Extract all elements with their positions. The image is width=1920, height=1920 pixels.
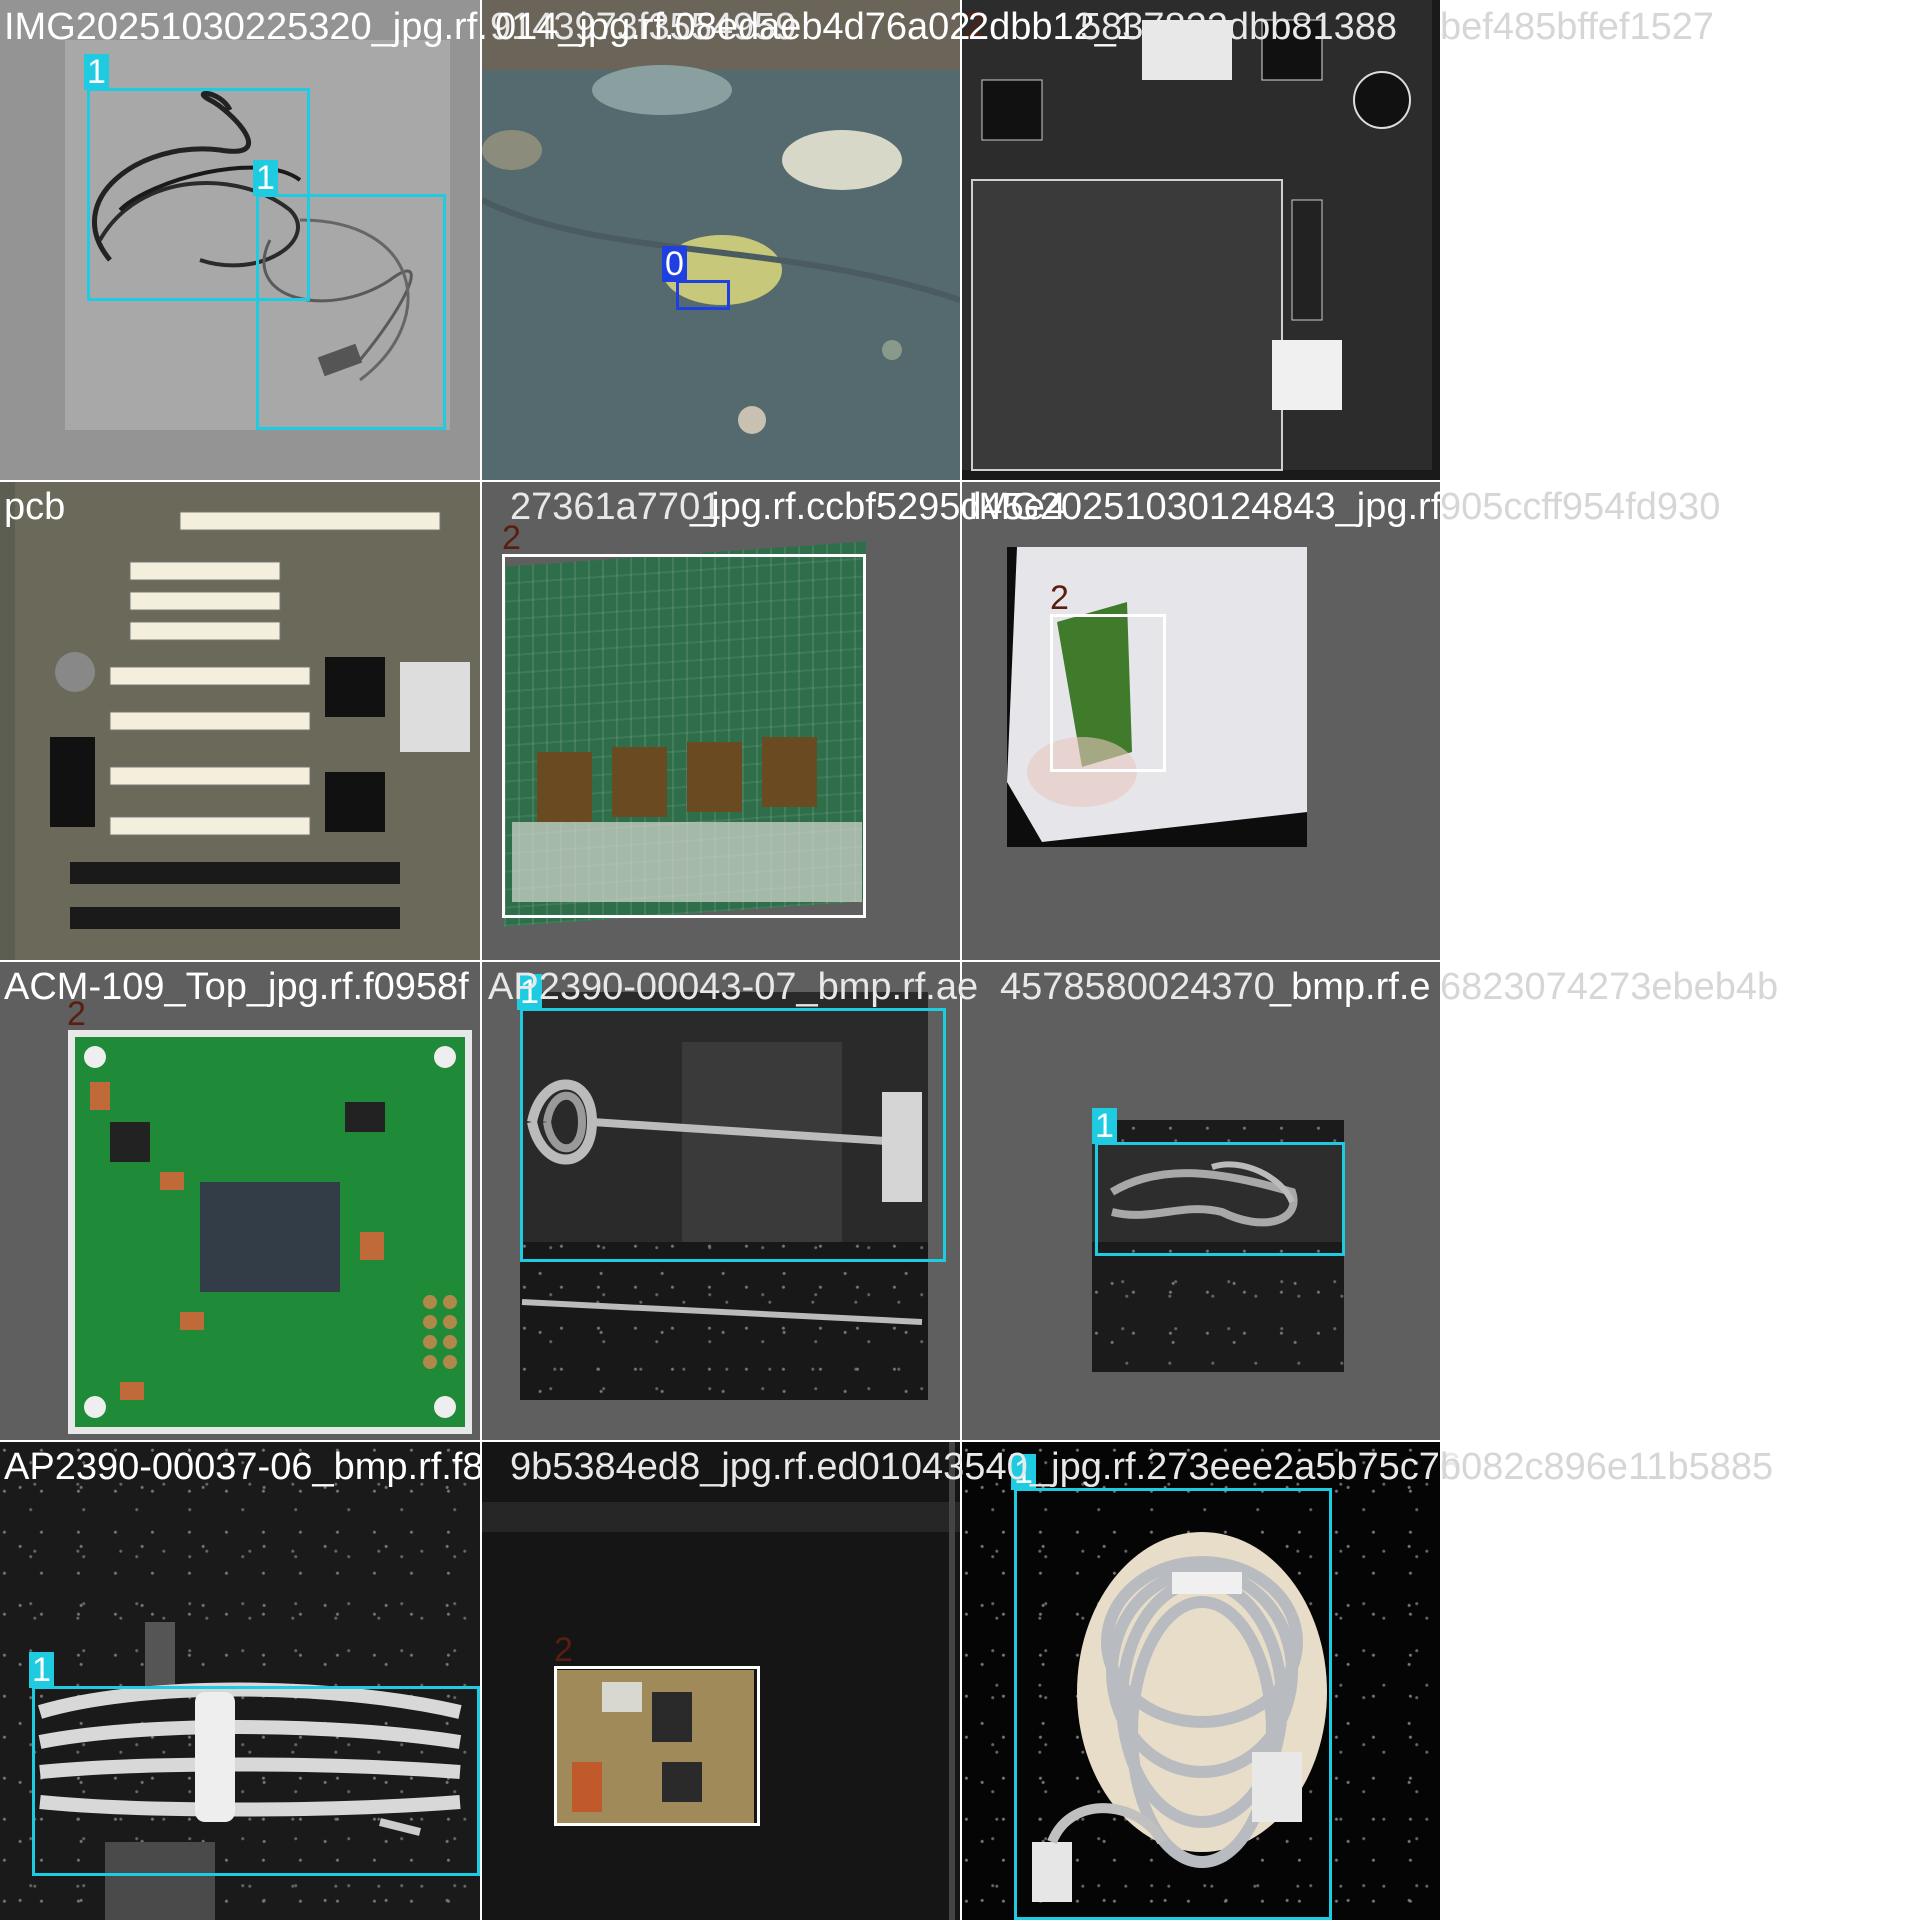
acm-board-image [68,1030,472,1434]
tile-title: b082c896e11b5885 [1440,1446,1774,1488]
detection-box [1050,614,1166,772]
tile-green-pcb: 2 [482,482,960,960]
class-label: 2 [10,482,35,484]
tile-title: 6823074273ebeb4b [1440,966,1779,1008]
tile-tray-cable: 1 [482,962,960,1440]
tile-acm-board: 2 [0,962,480,1440]
tile-phone-cable: 1 [962,1442,1440,1920]
tile-title: AP2390-00043-07_bmp.rf.ae [488,966,979,1008]
tile-title: 014_jpg.rf.08edaeb4d76a02 [495,6,971,48]
tile-bw-pcb: 2 [962,0,1440,480]
tile-title: IMG20251030225320_jpg.rf. [4,6,488,48]
tile-title: AP2390-00037-06_bmp.rf.f8 [4,1446,484,1488]
detection-box [554,1666,760,1826]
class-label: 1 [84,54,109,90]
class-label: 0 [662,246,687,282]
tile-small-pcb: 2 [962,482,1440,960]
tile-cables-cloth: 1 1 [0,0,480,480]
tile-title: 5837822dbb81388 [1080,6,1398,48]
tile-title: _jpg.rf.273eee2a5b75c76 [1030,1446,1462,1488]
class-label: 2 [554,1631,573,1669]
bw-pcb-image [962,0,1440,480]
tile-psu-board: 2 [482,1442,960,1920]
tile-title: 905ccff954fd930 [1440,486,1721,528]
tile-title: pcb [4,486,66,528]
tile-box-cable: 1 [962,962,1440,1440]
bedsheet-image [482,0,960,480]
small-pcb-image [1007,547,1307,847]
detection-box [502,554,866,918]
tile-title: _bmp.rf.e [1270,966,1431,1008]
detection-box [1014,1488,1332,1920]
detection-box [676,280,730,310]
tile-bedsheet: 0 [482,0,960,480]
detection-box [520,1008,946,1262]
detection-box [1095,1142,1345,1256]
class-label: 1 [253,160,278,196]
tile-post-cable: 1 [0,1442,480,1920]
tile-motherboard: 2 [0,482,480,960]
mosaic-canvas: 1 1 0 2 2 2 2 1 1 1 2 1 IMG2025103022532… [0,0,1920,1920]
detection-box [32,1686,480,1876]
class-label: 2 [1050,579,1069,617]
tile-title: bef485bffef1527 [1440,6,1715,48]
tile-title: ACM-109_Top_jpg.rf.f0958f [4,966,469,1008]
tile-title: 4578580024370 [1000,966,1275,1008]
motherboard-image [0,482,480,960]
tile-title: 9b5384ed8_jpg.rf.ed01043540 [510,1446,1028,1488]
class-label: 1 [29,1652,54,1688]
class-label: 1 [1092,1108,1117,1144]
detection-box [256,194,446,430]
tile-title: IMG20251030124843_jpg.rf. [968,486,1452,528]
